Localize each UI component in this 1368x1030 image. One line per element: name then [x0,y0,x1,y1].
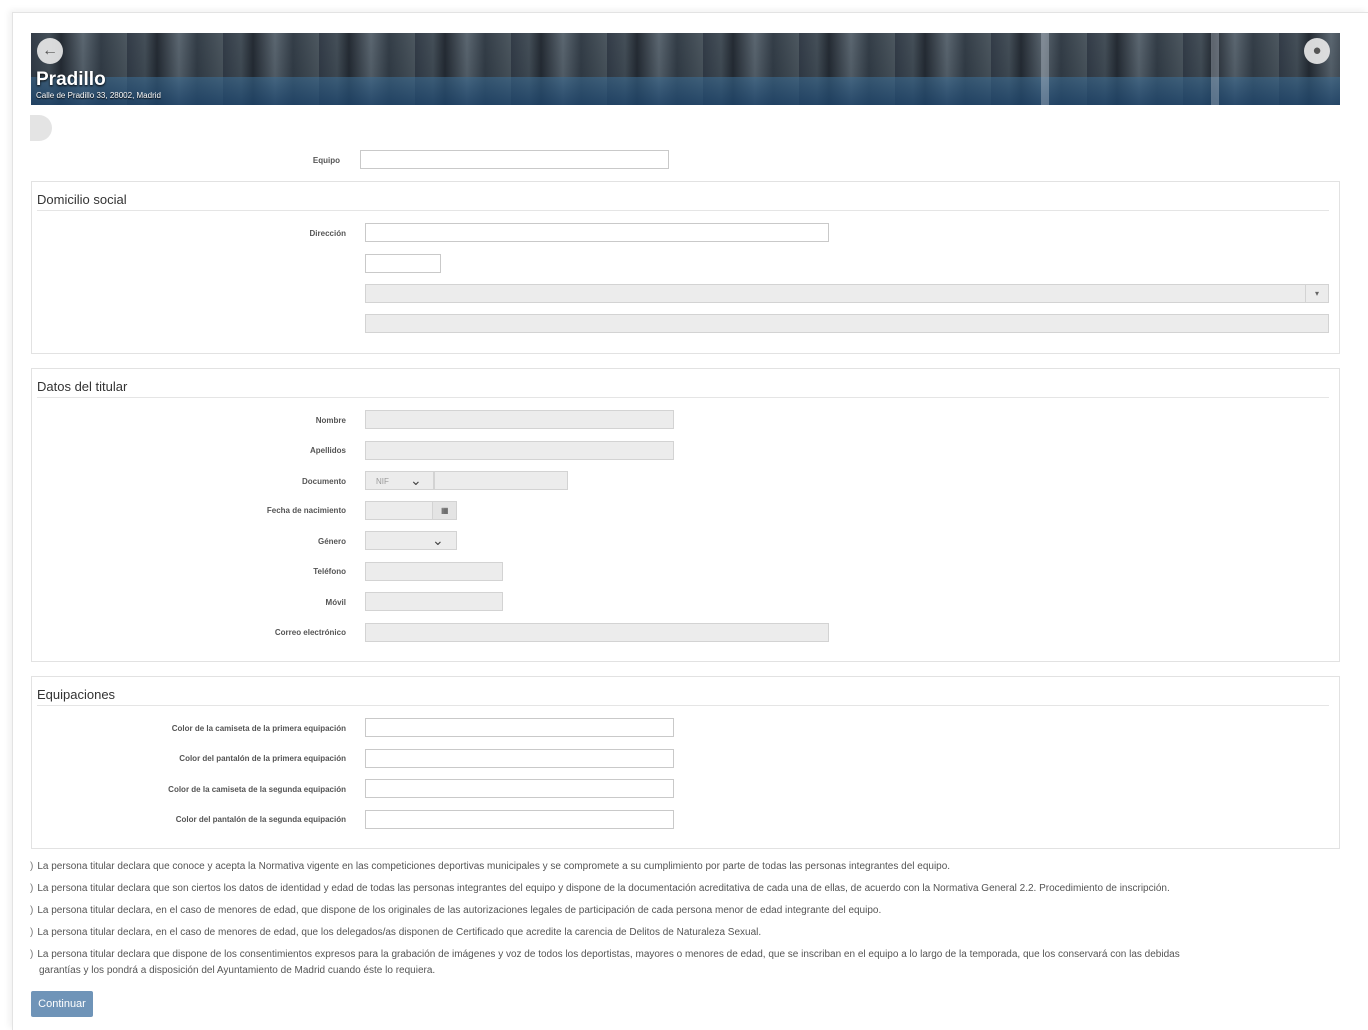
correo-input[interactable] [365,623,829,642]
fecha-label: Fecha de nacimiento [266,506,346,515]
direccion-input[interactable] [365,223,829,242]
team-input[interactable] [360,150,669,169]
declaration-1[interactable]: ) La persona titular declara que conoce y… [30,861,950,872]
facility-address: Calle de Pradillo 33, 28002, Madrid [36,91,161,100]
movil-label: Móvil [325,598,346,607]
equipaciones-legend: Equipaciones [37,687,116,702]
chevron-down-icon: ⌄ [432,532,444,548]
declaration-4[interactable]: ) La persona titular declara, en el caso … [30,927,761,938]
correo-label: Correo electrónico [274,628,346,637]
genero-label: Género [317,537,346,546]
apellidos-label: Apellidos [309,446,346,455]
camiseta1-input[interactable] [365,718,674,737]
checkbox-icon[interactable]: ) [30,905,33,916]
chevron-down-icon: ⌄ [410,472,422,488]
province-input[interactable] [365,314,1329,333]
checkbox-icon[interactable]: ) [30,949,33,960]
nombre-input[interactable] [365,410,674,429]
declaration-2[interactable]: ) La persona titular declara que son cier… [30,883,1170,894]
documento-type-select[interactable]: NIF ⌄ [365,471,434,490]
declaration-3[interactable]: ) La persona titular declara, en el caso … [30,905,881,916]
team-label: Equipo [312,156,340,165]
titular-legend: Datos del titular [37,379,128,394]
checkbox-icon[interactable]: ) [30,883,33,894]
fecha-input[interactable] [365,501,433,520]
checkbox-icon[interactable]: ) [30,861,33,872]
checkbox-icon[interactable]: ) [30,927,33,938]
pantalon2-label: Color del pantalón de la segunda equipac… [175,815,346,824]
documento-type-value: NIF [376,477,389,486]
municipality-select[interactable]: ▾ [365,284,1329,303]
movil-input[interactable] [365,592,503,611]
documento-number-input[interactable] [434,471,568,490]
declaration-5-continued: garantías y los pondrá a disposición del… [39,965,436,976]
facility-title: Pradillo [36,69,106,90]
fieldset-titular: Datos del titular [31,368,1340,662]
telefono-label: Teléfono [313,567,346,576]
pantalon1-label: Color del pantalón de la primera equipac… [179,754,346,763]
header-banner: ← ● Pradillo Calle de Pradillo 33, 28002… [31,33,1340,105]
documento-label: Documento [302,477,346,486]
continue-button[interactable]: Continuar [31,991,93,1017]
calendar-button[interactable]: ▦ [432,501,457,520]
select-caret-icon: ▾ [1305,285,1328,302]
camiseta2-input[interactable] [365,779,674,798]
pantalon1-input[interactable] [365,749,674,768]
banner-pool-image [31,77,1340,105]
pantalon2-input[interactable] [365,810,674,829]
telefono-input[interactable] [365,562,503,581]
camiseta2-label: Color de la camiseta de la segunda equip… [168,785,346,794]
genero-select[interactable]: ⌄ [365,531,457,550]
domicilio-legend: Domicilio social [37,192,127,207]
camiseta1-label: Color de la camiseta de la primera equip… [171,724,346,733]
globe-icon[interactable]: ● [1304,38,1330,64]
calendar-icon: ▦ [441,506,449,515]
postal-code-input[interactable] [365,254,441,273]
apellidos-input[interactable] [365,441,674,460]
arrow-left-icon[interactable]: ← [37,38,63,64]
declaration-5[interactable]: ) La persona titular declara que dispone … [30,949,1180,960]
nombre-label: Nombre [315,416,346,425]
direccion-label: Dirección [309,229,346,238]
